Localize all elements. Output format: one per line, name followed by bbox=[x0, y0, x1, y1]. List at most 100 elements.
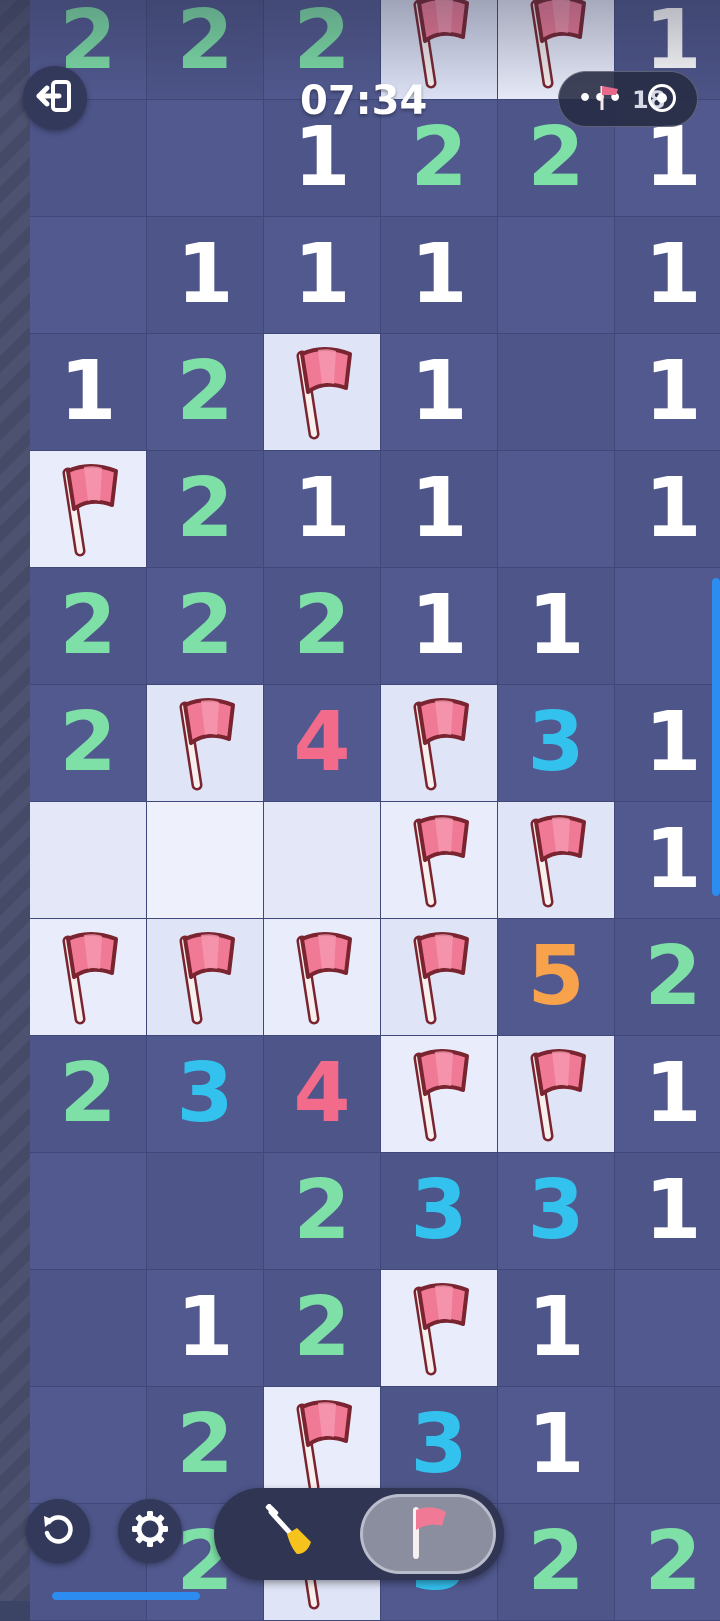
number-cell[interactable]: 1 bbox=[381, 334, 498, 451]
number-cell[interactable]: 2 bbox=[147, 1387, 264, 1504]
number-cell[interactable]: 1 bbox=[615, 685, 720, 802]
undo-button[interactable] bbox=[26, 1499, 90, 1563]
number-cell[interactable]: 1 bbox=[615, 1036, 720, 1153]
mode-toggle[interactable] bbox=[214, 1488, 504, 1580]
empty-cell[interactable] bbox=[30, 1153, 147, 1270]
number-cell[interactable]: 2 bbox=[264, 1270, 381, 1387]
minesweeper-board[interactable]: 2221122111111211211122211243115223412331… bbox=[30, 0, 720, 1621]
number-cell[interactable]: 2 bbox=[30, 685, 147, 802]
number-cell[interactable]: 2 bbox=[147, 334, 264, 451]
record-icon[interactable] bbox=[648, 84, 676, 112]
flag-icon bbox=[413, 698, 469, 791]
empty-cell[interactable] bbox=[147, 100, 264, 217]
empty-cell[interactable] bbox=[498, 334, 615, 451]
number-cell[interactable]: 3 bbox=[381, 1387, 498, 1504]
flag-icon bbox=[179, 698, 235, 791]
number-cell[interactable]: 1 bbox=[615, 217, 720, 334]
number-cell[interactable]: 2 bbox=[147, 0, 264, 100]
number-cell[interactable]: 1 bbox=[615, 334, 720, 451]
number-cell[interactable]: 1 bbox=[381, 451, 498, 568]
number-cell[interactable]: 1 bbox=[381, 568, 498, 685]
number-cell[interactable]: 3 bbox=[498, 685, 615, 802]
number-cell[interactable]: 5 bbox=[498, 919, 615, 1036]
flag-mode-button[interactable] bbox=[360, 1494, 496, 1574]
empty-cell[interactable] bbox=[30, 1270, 147, 1387]
cell-number: 2 bbox=[59, 578, 117, 673]
empty-cell[interactable] bbox=[30, 1387, 147, 1504]
number-cell[interactable]: 1 bbox=[498, 1270, 615, 1387]
cell-number: 2 bbox=[176, 344, 234, 439]
number-cell[interactable]: 1 bbox=[264, 217, 381, 334]
exit-button[interactable] bbox=[23, 66, 87, 130]
number-cell[interactable]: 4 bbox=[264, 685, 381, 802]
flagged-cell[interactable] bbox=[381, 802, 498, 919]
cell-number: 3 bbox=[527, 695, 585, 790]
flagged-cell[interactable] bbox=[381, 1036, 498, 1153]
cell-number: 3 bbox=[410, 1163, 468, 1258]
number-cell[interactable]: 1 bbox=[264, 451, 381, 568]
number-cell[interactable]: 1 bbox=[381, 217, 498, 334]
dig-mode-button[interactable] bbox=[224, 1494, 354, 1574]
number-cell[interactable]: 1 bbox=[615, 451, 720, 568]
number-cell[interactable]: 2 bbox=[30, 568, 147, 685]
flagged-cell[interactable] bbox=[498, 1036, 615, 1153]
number-cell[interactable]: 2 bbox=[30, 1036, 147, 1153]
flagged-cell[interactable] bbox=[30, 451, 147, 568]
number-cell[interactable]: 3 bbox=[498, 1153, 615, 1270]
cell-number: 1 bbox=[644, 461, 702, 556]
cell-number: 1 bbox=[176, 227, 234, 322]
number-cell[interactable]: 2 bbox=[147, 451, 264, 568]
exit-icon bbox=[35, 79, 75, 117]
unrevealed-cell[interactable] bbox=[147, 802, 264, 919]
number-cell[interactable]: 2 bbox=[615, 919, 720, 1036]
game-timer: 07:34 bbox=[300, 78, 428, 124]
number-cell[interactable]: 3 bbox=[381, 1153, 498, 1270]
empty-cell[interactable] bbox=[615, 568, 720, 685]
settings-button[interactable] bbox=[118, 1499, 182, 1563]
cell-number: 2 bbox=[176, 0, 234, 88]
number-cell[interactable]: 2 bbox=[147, 568, 264, 685]
empty-cell[interactable] bbox=[30, 217, 147, 334]
number-cell[interactable]: 1 bbox=[498, 568, 615, 685]
cell-number: 1 bbox=[644, 0, 702, 88]
scroll-indicator[interactable] bbox=[712, 578, 720, 896]
flagged-cell[interactable] bbox=[30, 919, 147, 1036]
flagged-cell[interactable] bbox=[381, 919, 498, 1036]
flagged-cell[interactable] bbox=[147, 919, 264, 1036]
unrevealed-cell[interactable] bbox=[30, 802, 147, 919]
number-cell[interactable]: 2 bbox=[615, 1504, 720, 1621]
flagged-cell[interactable] bbox=[264, 919, 381, 1036]
flagged-cell[interactable] bbox=[381, 685, 498, 802]
unrevealed-cell[interactable] bbox=[264, 802, 381, 919]
number-cell[interactable]: 1 bbox=[498, 1387, 615, 1504]
number-cell[interactable]: 3 bbox=[147, 1036, 264, 1153]
flagged-cell[interactable] bbox=[381, 1270, 498, 1387]
number-cell[interactable]: 2 bbox=[264, 568, 381, 685]
empty-cell[interactable] bbox=[147, 1153, 264, 1270]
number-cell[interactable]: 1 bbox=[30, 334, 147, 451]
number-cell[interactable]: 1 bbox=[615, 1153, 720, 1270]
number-cell[interactable]: 1 bbox=[147, 1270, 264, 1387]
cell-number: 1 bbox=[644, 110, 702, 205]
cell-number: 1 bbox=[644, 1163, 702, 1258]
empty-cell[interactable] bbox=[615, 1387, 720, 1504]
cell-number: 2 bbox=[527, 1514, 585, 1609]
flag-icon bbox=[530, 815, 586, 908]
flag-icon bbox=[413, 1049, 469, 1142]
flagged-cell[interactable] bbox=[264, 334, 381, 451]
empty-cell[interactable] bbox=[498, 451, 615, 568]
flagged-cell[interactable] bbox=[147, 685, 264, 802]
number-cell[interactable]: 2 bbox=[498, 1504, 615, 1621]
empty-cell[interactable] bbox=[498, 217, 615, 334]
cell-number: 1 bbox=[644, 812, 702, 907]
flagged-cell[interactable] bbox=[264, 1387, 381, 1504]
flagged-cell[interactable] bbox=[498, 802, 615, 919]
number-cell[interactable]: 2 bbox=[264, 1153, 381, 1270]
number-cell[interactable]: 4 bbox=[264, 1036, 381, 1153]
empty-cell[interactable] bbox=[615, 1270, 720, 1387]
cell-number: 2 bbox=[176, 1397, 234, 1492]
number-cell[interactable]: 1 bbox=[615, 802, 720, 919]
cell-number: 3 bbox=[176, 1046, 234, 1141]
flag-counter-icon bbox=[598, 82, 620, 116]
number-cell[interactable]: 1 bbox=[147, 217, 264, 334]
